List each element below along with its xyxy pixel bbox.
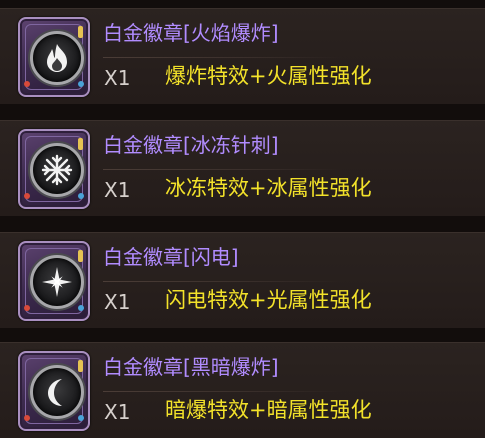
frame-gem-icon [78,193,84,199]
badge-item-row[interactable]: 白金徽章[火焰爆炸] X1 爆炸特效+火属性强化 [0,8,485,104]
badge-quantity: X1 [104,400,131,424]
frame-gem-icon [78,81,84,87]
badge-effect: 闪电特效+光属性强化 [165,288,372,312]
badge-icon-frame[interactable] [18,17,90,97]
frame-gem-icon [24,193,30,199]
badge-reward-list: 白金徽章[火焰爆炸] X1 爆炸特效+火属性强化 白金徽章[冰冻针刺] X1 冰… [0,0,485,438]
badge-effect: 爆炸特效+火属性强化 [165,64,372,88]
frame-gem-icon [24,305,30,311]
badge-item-row[interactable]: 白金徽章[闪电] X1 闪电特效+光属性强化 [0,232,485,328]
snowflake-icon [30,143,84,197]
frame-gem-icon [78,360,83,372]
badge-icon-frame[interactable] [18,129,90,209]
badge-icon-frame[interactable] [18,351,90,431]
badge-title: 白金徽章[黑暗爆炸] [103,355,279,379]
badge-title: 白金徽章[闪电] [103,245,239,269]
frame-gem-icon [24,415,30,421]
badge-effect: 暗爆特效+暗属性强化 [165,398,372,422]
badge-item-row[interactable]: 白金徽章[冰冻针刺] X1 冰冻特效+冰属性强化 [0,120,485,216]
frame-gem-icon [78,250,83,262]
frame-gem-icon [24,81,30,87]
frame-gem-icon [78,415,84,421]
row-divider [103,57,343,58]
badge-quantity: X1 [104,290,131,314]
crescent-moon-icon [30,365,84,419]
badge-quantity: X1 [104,178,131,202]
badge-item-row[interactable]: 白金徽章[黑暗爆炸] X1 暗爆特效+暗属性强化 [0,342,485,438]
badge-icon-frame[interactable] [18,241,90,321]
badge-quantity: X1 [104,66,131,90]
flame-icon [30,31,84,85]
row-divider [103,391,343,392]
badge-title: 白金徽章[火焰爆炸] [103,21,279,45]
row-divider [103,169,343,170]
frame-gem-icon [78,138,83,150]
badge-title: 白金徽章[冰冻针刺] [103,133,279,157]
row-divider [103,281,343,282]
badge-effect: 冰冻特效+冰属性强化 [165,176,372,200]
frame-gem-icon [78,305,84,311]
frame-gem-icon [78,26,83,38]
star-burst-icon [30,255,84,309]
